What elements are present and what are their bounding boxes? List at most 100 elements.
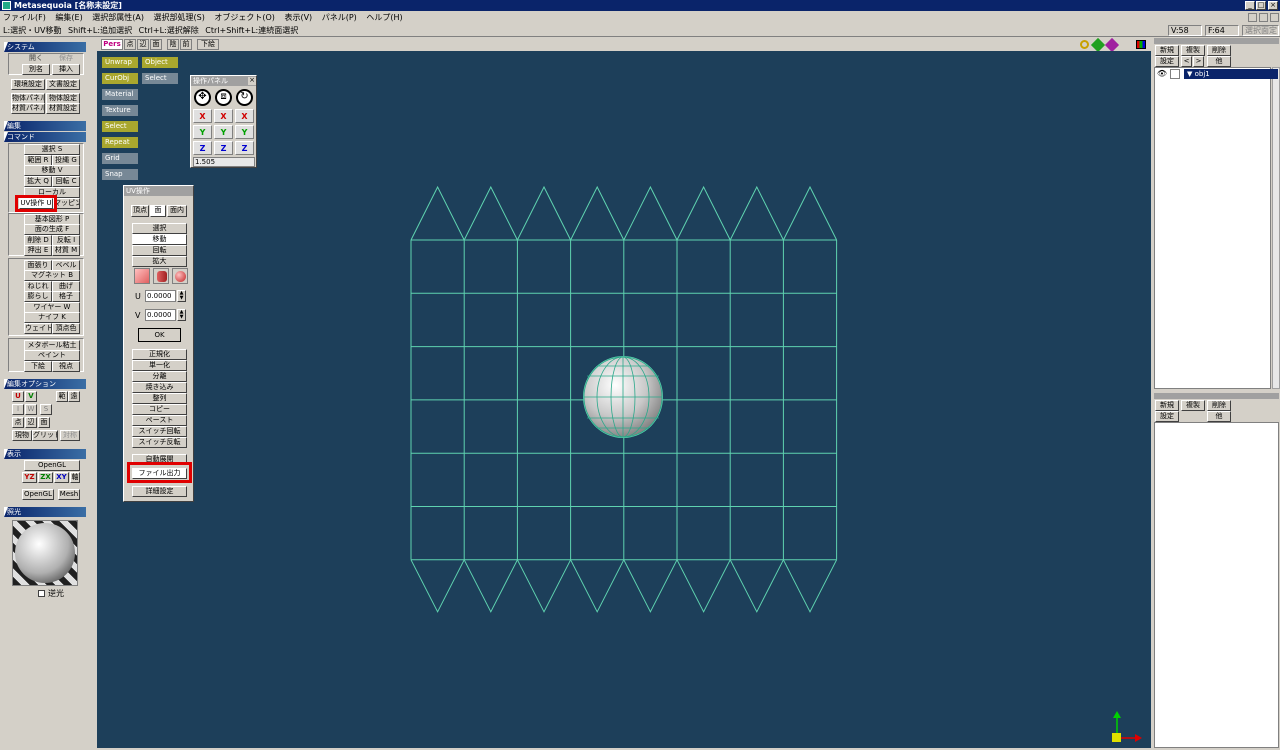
texture-view-button[interactable]: Texture (102, 105, 138, 116)
tab-vertex[interactable]: 点 (124, 39, 136, 50)
operation-panel-close[interactable]: × (248, 77, 256, 85)
material-tool-button[interactable]: 材質 M (52, 245, 80, 256)
magnet-tool-button[interactable]: マグネット B (24, 270, 80, 281)
uv-mode-move[interactable]: 移動 (132, 234, 187, 245)
edit-opt-range[interactable]: 範 (56, 391, 68, 402)
eye-icon[interactable]: 👁 (1156, 69, 1168, 79)
tab-face[interactable]: 面 (150, 39, 162, 50)
light-preview[interactable] (12, 520, 78, 586)
viewpoint-tool-button[interactable]: 視点 (52, 361, 80, 372)
opengl-render-button[interactable]: OpenGL (22, 489, 54, 500)
edit-opt-i[interactable]: I (12, 404, 24, 415)
move-y-button[interactable]: Y (193, 125, 212, 139)
edit-opt-current[interactable]: 現物 (12, 430, 32, 441)
extrude-tool-button[interactable]: 押出 E (24, 245, 52, 256)
knife-tool-button[interactable]: ナイフ K (24, 312, 80, 323)
uv-cylinder-map-icon[interactable] (153, 268, 169, 284)
lock-toggle[interactable] (1170, 69, 1180, 79)
rotate-z-button[interactable]: Z (235, 141, 254, 155)
operation-value[interactable]: 1.505 (193, 157, 255, 167)
uv-separate-button[interactable]: 分離 (132, 371, 187, 382)
mapping-tool-button[interactable]: マッピング (53, 198, 80, 209)
menu-panel[interactable]: パネル(P) (322, 13, 357, 22)
unwrap-button[interactable]: Unwrap (102, 57, 138, 68)
uv-mode-rotate[interactable]: 回転 (132, 245, 187, 256)
doc-settings-button[interactable]: 文書設定 (46, 79, 80, 90)
vertex-color-tool-button[interactable]: 頂点色 (52, 323, 80, 334)
rotate-x-button[interactable]: X (235, 109, 254, 123)
edit-opt-symmetry[interactable]: 対称 (60, 430, 80, 441)
material-duplicate-button[interactable]: 複製 (1181, 400, 1205, 411)
object-row-obj1[interactable]: ▼ obj1 (1184, 69, 1278, 79)
material-list[interactable] (1154, 422, 1279, 748)
view-zx-button[interactable]: ZX (38, 472, 53, 483)
scale-handle-icon[interactable]: ⧈ (215, 89, 232, 106)
snap-button[interactable]: Snap (102, 169, 138, 180)
uv-paste-button[interactable]: ペースト (132, 415, 187, 426)
v-input[interactable]: 0.0000 (145, 309, 176, 321)
move-tool-button[interactable]: 移動 V (24, 165, 80, 176)
edit-opt-v[interactable]: V (25, 391, 37, 402)
v-spinner[interactable]: ▲ ▼ (177, 309, 186, 321)
select-view-button[interactable]: Select (142, 73, 178, 84)
uv-planar-map-icon[interactable] (134, 268, 150, 284)
color-mode-icon[interactable] (1136, 40, 1146, 49)
env-settings-button[interactable]: 環境設定 (11, 79, 45, 90)
object-settings-btn[interactable]: 設定 (1155, 56, 1179, 67)
opengl-toggle-button[interactable]: OpenGL (24, 460, 80, 471)
uv-switch-flip-button[interactable]: スイッチ反転 (132, 437, 187, 448)
u-spinner[interactable]: ▲ ▼ (177, 290, 186, 302)
object-list[interactable] (1154, 67, 1271, 389)
select-tool-button[interactable]: 選択 S (24, 144, 80, 155)
object-list-scrollbar[interactable] (1272, 67, 1280, 389)
edit-opt-far[interactable]: 遠 (68, 391, 80, 402)
u-input[interactable]: 0.0000 (145, 290, 176, 302)
scale-y-button[interactable]: Y (214, 125, 233, 139)
tab-underlay[interactable]: 下絵 (197, 39, 219, 50)
edit-opt-edge[interactable]: 辺 (25, 417, 37, 428)
object-delete-button[interactable]: 削除 (1207, 45, 1231, 56)
uv-sphere-map-icon[interactable] (172, 268, 188, 284)
bulge-tool-button[interactable]: 膨らし (24, 291, 52, 302)
mdi-close-button[interactable] (1270, 13, 1279, 22)
tab-shade[interactable]: 陰 (167, 39, 179, 50)
curobj-button[interactable]: CurObj (102, 73, 138, 84)
minimize-button[interactable]: _ (1245, 1, 1255, 10)
paint-tool-button[interactable]: ペイント (24, 350, 80, 361)
save-as-button[interactable]: 別名 (22, 64, 50, 75)
rotate-handle-icon[interactable]: ↻ (236, 89, 253, 106)
uv-bake-button[interactable]: 焼き込み (132, 382, 187, 393)
scale-z-button[interactable]: Z (214, 141, 233, 155)
object-down-button[interactable]: > (1193, 56, 1204, 67)
tab-perspective[interactable]: Pers (101, 39, 123, 50)
face-gen-tool-button[interactable]: 面の生成 F (24, 224, 80, 235)
menu-view[interactable]: 表示(V) (284, 13, 312, 22)
select-mode-button[interactable]: Select (102, 121, 138, 132)
repeat-button[interactable]: Repeat (102, 137, 138, 148)
material-view-button[interactable]: Material (102, 89, 138, 100)
uv-switch-rotate-button[interactable]: スイッチ回転 (132, 426, 187, 437)
menu-selection-proc[interactable]: 選択部処理(S) (154, 13, 205, 22)
tab-edge[interactable]: 辺 (137, 39, 149, 50)
menu-edit[interactable]: 編集(E) (55, 13, 82, 22)
menu-file[interactable]: ファイル(F) (3, 13, 46, 22)
material-delete-button[interactable]: 削除 (1207, 400, 1231, 411)
object-new-button[interactable]: 新規 (1155, 45, 1179, 56)
material-settings-button[interactable]: 材質設定 (46, 103, 80, 114)
rotate-y-button[interactable]: Y (235, 125, 254, 139)
uv-unify-button[interactable]: 単一化 (132, 360, 187, 371)
close-button[interactable]: × (1268, 1, 1278, 10)
uv-tab-vertex[interactable]: 頂点 (131, 205, 149, 217)
menu-help[interactable]: ヘルプ(H) (366, 13, 402, 22)
weight-tool-button[interactable]: ウェイト (24, 323, 52, 334)
move-x-button[interactable]: X (193, 109, 212, 123)
menu-object[interactable]: オブジェクト(O) (214, 13, 275, 22)
material-more-button[interactable]: 他 (1207, 411, 1231, 422)
zoom-icon[interactable] (1080, 40, 1089, 49)
uv-align-button[interactable]: 整列 (132, 393, 187, 404)
axis-toggle-button[interactable]: 軸 (70, 472, 80, 483)
uv-mode-scale[interactable]: 拡大 (132, 256, 187, 267)
maximize-button[interactable]: □ (1256, 1, 1266, 10)
material-panel-button[interactable]: 材質パネル (11, 103, 45, 114)
material-settings-btn[interactable]: 設定 (1155, 411, 1179, 422)
